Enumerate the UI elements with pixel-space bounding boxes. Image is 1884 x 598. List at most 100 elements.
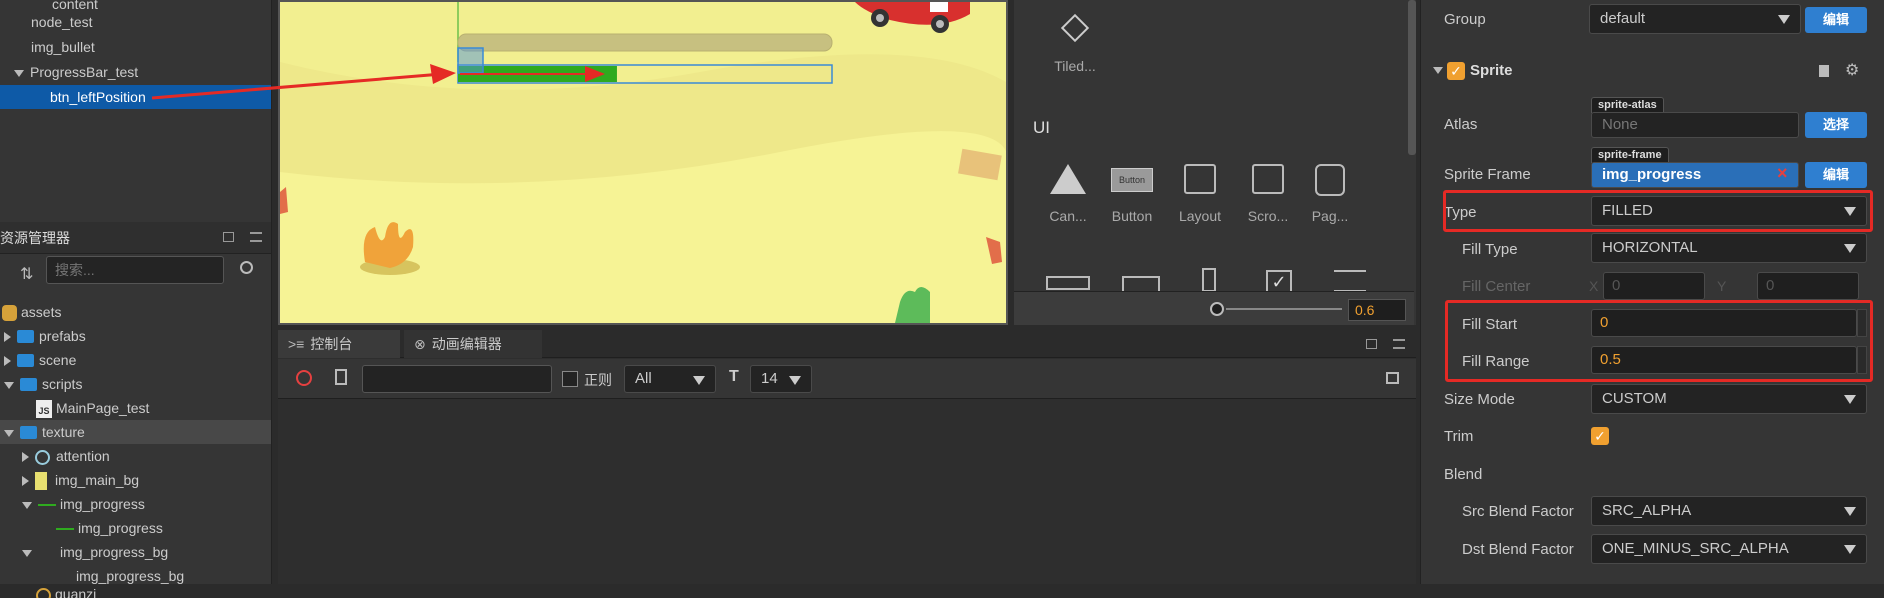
folder-icon	[20, 425, 37, 439]
asset-item-img-progress-frame[interactable]: img_progress	[56, 516, 163, 540]
sprite-frame-tag: sprite-frame	[1591, 147, 1669, 163]
gear-icon[interactable]: ⚙	[1845, 60, 1859, 80]
asset-item-img-progress-bg[interactable]: img_progress_bg	[22, 540, 168, 564]
console-log-area[interactable]	[278, 400, 1416, 584]
expand-arrow-icon[interactable]	[14, 69, 24, 77]
asset-label: guanzi	[55, 586, 97, 598]
dst-blend-select[interactable]: ONE_MINUS_SRC_ALPHA	[1591, 534, 1867, 564]
folder-icon	[20, 377, 37, 391]
menu-icon[interactable]	[250, 232, 262, 242]
togglegroup-icon[interactable]	[1334, 270, 1366, 292]
sprite-atlas-tag: sprite-atlas	[1591, 97, 1664, 113]
progress-bg-sprite	[457, 33, 833, 52]
expand-arrow-icon[interactable]	[4, 356, 11, 367]
tab-animation-editor[interactable]: ⊗ 动画编辑器	[404, 330, 542, 358]
scene-canvas	[280, 2, 1006, 323]
expand-arrow-icon[interactable]	[22, 549, 32, 557]
layout-icon	[1184, 164, 1216, 194]
image-icon	[38, 552, 56, 554]
regex-checkbox[interactable]	[562, 371, 578, 387]
widget-label: Tiled...	[1054, 58, 1096, 74]
asset-label: prefabs	[39, 328, 86, 344]
expand-arrow-icon[interactable]	[4, 381, 14, 389]
fill-type-value: HORIZONTAL	[1602, 239, 1698, 256]
expand-arrow-icon[interactable]	[22, 476, 29, 487]
scrollbar[interactable]	[1408, 0, 1416, 155]
console-search-input[interactable]	[362, 365, 552, 393]
assets-search-input[interactable]	[46, 256, 224, 284]
widget-canvas[interactable]: Can...	[1038, 164, 1098, 224]
expand-arrow-icon[interactable]	[22, 501, 32, 509]
fill-center-y-input: 0	[1757, 272, 1859, 300]
menu-icon[interactable]	[1393, 339, 1405, 349]
chevron-down-icon	[693, 376, 705, 385]
component-title: Sprite	[1470, 62, 1513, 79]
hierarchy-item-img-bullet[interactable]: img_bullet	[31, 35, 95, 59]
sort-icon[interactable]: ⇅	[20, 264, 33, 284]
popout-icon[interactable]	[223, 232, 234, 242]
asset-item-img-progress[interactable]: img_progress	[22, 492, 145, 516]
clear-icon[interactable]	[296, 370, 312, 386]
zoom-slider-handle[interactable]	[1210, 302, 1224, 316]
collapse-arrow-icon[interactable]	[1433, 67, 1443, 74]
popout-icon[interactable]	[1366, 339, 1377, 349]
widget-tiled[interactable]: Tiled...	[1050, 13, 1100, 74]
asset-item-texture[interactable]: texture	[0, 420, 271, 444]
group-edit-button[interactable]: 编辑	[1805, 7, 1867, 33]
asset-item-guanzi[interactable]: guanzi	[36, 582, 96, 598]
widget-layout[interactable]: Layout	[1170, 164, 1230, 224]
book-icon[interactable]	[1819, 65, 1829, 77]
asset-item-mainpage-test[interactable]: JS MainPage_test	[36, 396, 149, 420]
expand-arrow-icon[interactable]	[4, 429, 14, 437]
asset-item-prefabs[interactable]: prefabs	[4, 324, 86, 348]
search-icon[interactable]	[240, 261, 253, 274]
type-highlight	[1443, 190, 1873, 232]
expand-arrow-icon[interactable]	[4, 332, 11, 343]
scene-view[interactable]	[278, 0, 1008, 325]
src-blend-select[interactable]: SRC_ALPHA	[1591, 496, 1867, 526]
size-mode-select[interactable]: CUSTOM	[1591, 384, 1867, 414]
zoom-value[interactable]: 0.6	[1348, 299, 1406, 321]
asset-item-attention[interactable]: attention	[22, 444, 110, 468]
asset-label: scene	[39, 352, 77, 368]
size-mode-label: Size Mode	[1444, 391, 1515, 408]
group-value: default	[1600, 10, 1646, 27]
asset-item-scene[interactable]: scene	[4, 348, 76, 372]
hierarchy-panel: content node_test img_bullet ProgressBar…	[0, 0, 272, 222]
group-label: Group	[1444, 11, 1486, 28]
widget-scrollview[interactable]: Scro...	[1238, 164, 1298, 224]
zoom-slider-track[interactable]	[1226, 308, 1342, 310]
log-level-select[interactable]: All	[624, 365, 716, 393]
image-icon	[35, 472, 47, 491]
expand-arrow-icon[interactable]	[22, 452, 29, 463]
asset-item-img-main-bg[interactable]: img_main_bg	[22, 468, 139, 492]
fill-type-select[interactable]: HORIZONTAL	[1591, 233, 1867, 263]
trim-checkbox[interactable]: ✓	[1591, 427, 1609, 445]
sprite-frame-field[interactable]: img_progress	[1591, 162, 1799, 188]
asset-item-scripts[interactable]: scripts	[4, 372, 82, 396]
fill-center-x-label: X	[1589, 278, 1599, 294]
atlas-field[interactable]: None	[1591, 112, 1799, 138]
widget-label: Scro...	[1247, 208, 1289, 224]
asset-label: attention	[56, 448, 110, 464]
progressbar-icon[interactable]	[1046, 276, 1090, 290]
file-icon[interactable]	[335, 369, 347, 385]
asset-item-assets[interactable]: assets	[2, 300, 61, 324]
chevron-down-icon	[1844, 395, 1856, 404]
tab-console[interactable]: >≡ 控制台	[278, 330, 400, 358]
hierarchy-item-node-test[interactable]: node_test	[31, 10, 93, 34]
sprite-frame-edit-button[interactable]: 编辑	[1805, 162, 1867, 188]
sprite-enabled-checkbox[interactable]: ✓	[1447, 62, 1465, 80]
pageview-icon	[1315, 164, 1345, 196]
group-select[interactable]: default	[1589, 4, 1801, 34]
atlas-select-button[interactable]: 选择	[1805, 112, 1867, 138]
widget-pageview[interactable]: Pag...	[1300, 164, 1360, 224]
hierarchy-item-progressbar-test[interactable]: ProgressBar_test	[14, 60, 138, 84]
remove-icon[interactable]: ×	[1777, 163, 1788, 184]
widget-label: Layout	[1178, 208, 1222, 224]
widget-button[interactable]: Button Button	[1102, 164, 1162, 224]
size-mode-value: CUSTOM	[1602, 390, 1667, 407]
collapse-icon[interactable]	[1386, 372, 1399, 384]
slider-icon[interactable]	[1202, 268, 1216, 292]
font-size-select[interactable]: 14	[750, 365, 812, 393]
